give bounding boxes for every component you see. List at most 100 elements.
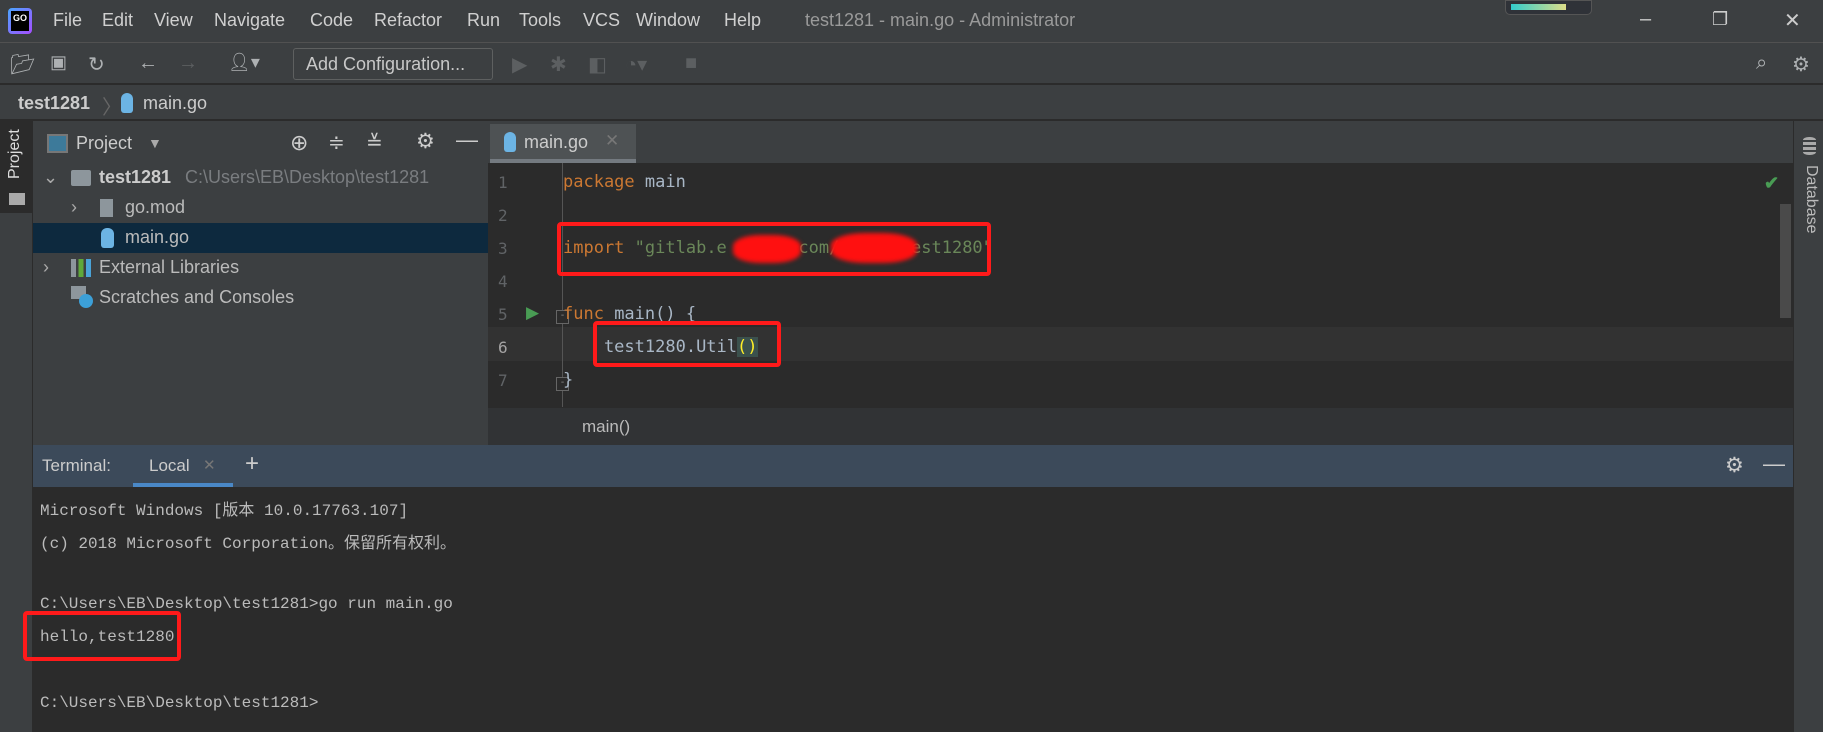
line-number: 3	[498, 239, 508, 258]
menu-navigate[interactable]: Navigate	[214, 10, 285, 31]
code-line-1: package main	[563, 172, 686, 192]
toolbar: 📂︎ ▣ ↻ ← → 👤︎▾ Add Configuration... ▶ ✱ …	[0, 43, 1823, 85]
vcs-user-icon[interactable]: 👤︎▾	[228, 52, 260, 73]
breadcrumb-project[interactable]: test1281	[18, 93, 90, 114]
menu-bar: GO File Edit View Navigate Code Refactor…	[0, 0, 1823, 43]
library-icon	[71, 259, 91, 277]
project-header[interactable]: Project	[76, 133, 132, 154]
tree-item-scratches[interactable]: Scratches and Consoles	[33, 283, 488, 313]
tab-label: Local	[149, 456, 190, 475]
project-tab-label: Project	[6, 129, 23, 179]
run-icon[interactable]: ▶	[512, 52, 527, 77]
terminal-line: C:\Users\EB\Desktop\test1281>	[40, 694, 319, 712]
tree-item-external-libraries[interactable]: › External Libraries	[33, 253, 488, 283]
sync-icon[interactable]: ↻	[88, 52, 105, 77]
database-icon	[1803, 137, 1816, 155]
keyword: package	[563, 172, 635, 192]
restore-button[interactable]: ❐	[1712, 9, 1728, 30]
gear-icon[interactable]: ⚙	[416, 129, 435, 154]
chevron-down-icon[interactable]: ▼	[148, 135, 162, 151]
chevron-right-icon: ›	[71, 197, 77, 217]
menu-vcs[interactable]: VCS	[583, 10, 620, 31]
logo-text: GO	[11, 11, 29, 31]
gopher-icon	[101, 228, 114, 248]
new-terminal-icon[interactable]: +	[245, 450, 259, 478]
tree-item-main-go[interactable]: main.go	[33, 223, 488, 253]
menu-help[interactable]: Help	[724, 10, 761, 31]
profile-icon[interactable]: ◔▾	[625, 52, 647, 77]
editor-tabs: main.go ✕	[488, 121, 1793, 163]
coverage-icon[interactable]: ◧	[588, 52, 607, 77]
tree-item-go-mod[interactable]: › go.mod	[33, 193, 488, 223]
identifier: }	[563, 370, 574, 390]
close-window-button[interactable]: ✕	[1784, 8, 1801, 33]
menu-window[interactable]: Window	[636, 10, 700, 31]
terminal-line: (c) 2018 Microsoft Corporation。保留所有权利。	[40, 535, 457, 553]
chevron-down-icon: ⌄	[43, 167, 59, 187]
save-icon[interactable]: ▣	[50, 52, 67, 73]
root-path: C:\Users\EB\Desktop\test1281	[185, 167, 430, 187]
menu-code[interactable]: Code	[310, 10, 353, 31]
close-tab-icon[interactable]: ✕	[203, 456, 216, 474]
terminal-tab-local[interactable]: Local ✕	[133, 445, 233, 487]
database-tab[interactable]: Database	[1802, 165, 1820, 234]
tree-root[interactable]: ⌄ test1281 C:\Users\EB\Desktop\test1281	[33, 163, 488, 193]
run-gutter-icon[interactable]: ▶	[526, 303, 539, 323]
forward-icon[interactable]: →	[178, 52, 198, 75]
project-tool-tab[interactable]: Project	[0, 121, 33, 213]
gear-icon[interactable]: ⚙	[1725, 453, 1744, 478]
breadcrumb-separator: 〉	[102, 97, 122, 119]
menu-refactor[interactable]: Refactor	[374, 10, 442, 31]
gopher-icon	[504, 132, 516, 152]
item-label: Scratches and Consoles	[99, 287, 295, 307]
breadcrumb: test1281 〉 main.go	[0, 85, 1823, 121]
search-icon[interactable]: ⌕	[1756, 52, 1767, 75]
check-icon: ✔	[1764, 173, 1780, 193]
editor: main.go ✕ 1 2 3 4 5 6 7 ▶ - - package ma…	[488, 121, 1793, 445]
identifier: main	[634, 172, 686, 192]
menu-run[interactable]: Run	[467, 10, 500, 31]
highlight-box-import	[557, 222, 991, 276]
line-number: 1	[498, 173, 508, 192]
menu-edit[interactable]: Edit	[102, 10, 133, 31]
chevron-right-icon: ›	[43, 257, 49, 277]
breadcrumb-file[interactable]: main.go	[143, 93, 207, 114]
clock-icon	[79, 294, 93, 308]
menu-tools[interactable]: Tools	[519, 10, 561, 31]
item-label: go.mod	[125, 197, 186, 217]
hide-panel-icon[interactable]: —	[1763, 451, 1785, 477]
tab-main-go[interactable]: main.go ✕	[490, 124, 636, 163]
locate-icon[interactable]: ⊕	[290, 130, 308, 156]
stop-icon[interactable]: ■	[685, 52, 697, 75]
line-number: 2	[498, 206, 508, 225]
code-line-7: }	[563, 370, 573, 390]
menu-file[interactable]: File	[53, 10, 82, 31]
minimize-button[interactable]: –	[1640, 8, 1651, 31]
line-number: 4	[498, 272, 508, 291]
function-breadcrumb[interactable]: main()	[582, 417, 630, 437]
menu-view[interactable]: View	[154, 10, 193, 31]
file-icon	[100, 199, 113, 217]
editor-breadcrumb-bar: main()	[488, 407, 1793, 445]
close-tab-icon[interactable]: ✕	[605, 131, 619, 151]
highlight-box-util-call	[593, 321, 781, 367]
add-configuration-button[interactable]: Add Configuration...	[293, 48, 493, 80]
open-folder-icon[interactable]: 📂︎	[10, 52, 35, 77]
debug-icon[interactable]: ✱	[550, 52, 567, 77]
collapse-all-icon[interactable]: ≚	[366, 130, 383, 155]
status-widget	[1505, 0, 1592, 15]
expand-all-icon[interactable]: ≑	[328, 130, 345, 155]
folder-icon	[71, 170, 91, 186]
terminal-label: Terminal:	[42, 456, 111, 475]
settings-icon[interactable]: ⚙	[1792, 52, 1810, 77]
code-area[interactable]: 1 2 3 4 5 6 7 ▶ - - package main import …	[488, 163, 1793, 407]
back-icon[interactable]: ←	[138, 52, 158, 75]
terminal-panel: Terminal: Local ✕ + ⚙ — Microsoft Window…	[23, 445, 1793, 732]
terminal-output[interactable]: Microsoft Windows [版本 10.0.17763.107] (c…	[23, 487, 1793, 732]
hide-panel-icon[interactable]: —	[456, 127, 478, 153]
line-number: 5	[498, 305, 508, 324]
gopher-icon	[121, 93, 133, 113]
line-number: 7	[498, 371, 508, 390]
tab-label: main.go	[524, 132, 589, 152]
editor-scrollbar[interactable]	[1780, 204, 1791, 318]
